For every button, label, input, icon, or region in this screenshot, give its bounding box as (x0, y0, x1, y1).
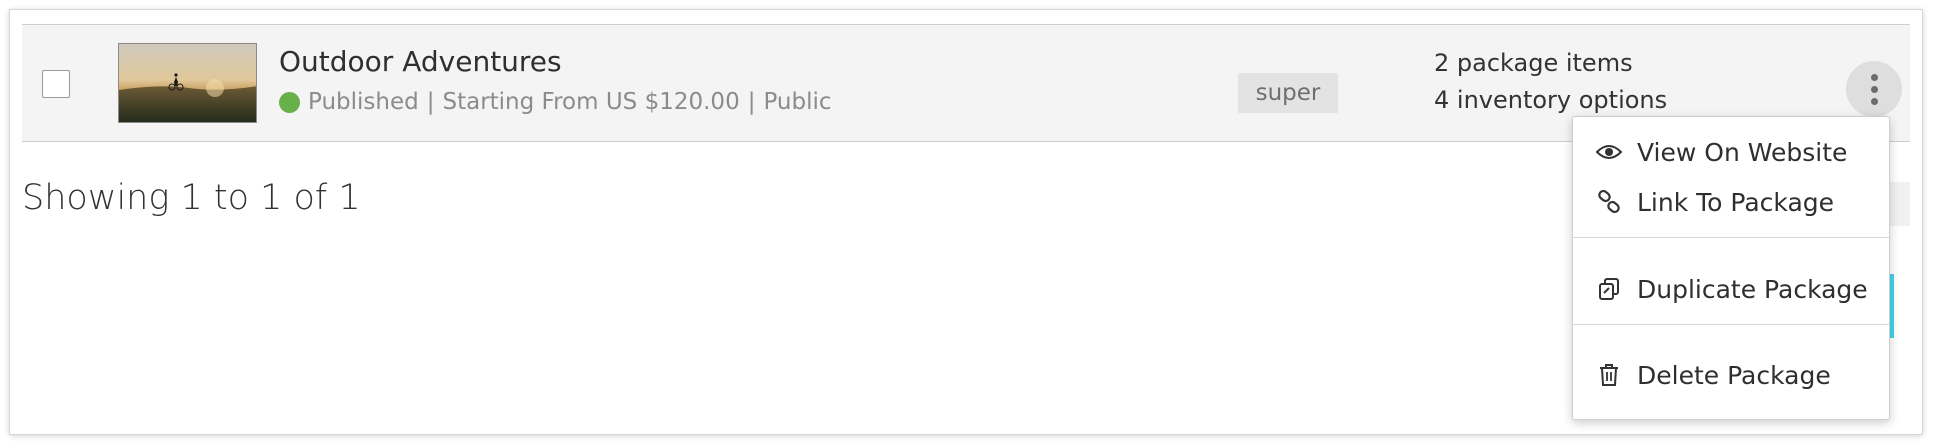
package-list-panel: Outdoor Adventures Published | Starting … (10, 10, 1922, 434)
link-icon (1595, 188, 1623, 216)
package-actions-menu: View On Website Link To Package Duplicat… (1572, 116, 1890, 420)
pagination-control-partial (1890, 182, 1910, 226)
inventory-count: 4 inventory options (1434, 86, 1668, 114)
kebab-dot-icon (1870, 97, 1878, 105)
pagination-summary: Showing 1 to 1 of 1 (22, 178, 361, 218)
menu-item-duplicate-package[interactable]: Duplicate Package (1573, 264, 1889, 314)
kebab-dot-icon (1870, 73, 1878, 81)
package-thumbnail[interactable] (118, 43, 257, 123)
menu-item-label: Delete Package (1637, 360, 1831, 390)
copy-icon (1595, 275, 1623, 303)
package-tag: super (1238, 73, 1338, 113)
status-dot-icon (279, 91, 300, 113)
more-options-button[interactable] (1846, 61, 1902, 117)
eye-icon (1595, 138, 1623, 166)
menu-item-label: View On Website (1637, 137, 1848, 167)
visibility-label: Public (763, 89, 832, 115)
price-label: Starting From US $120.00 (442, 89, 740, 115)
menu-item-view-on-website[interactable]: View On Website (1573, 127, 1889, 177)
status-label: Published (308, 89, 419, 115)
kebab-dot-icon (1870, 85, 1878, 93)
menu-item-link-to-package[interactable]: Link To Package (1573, 177, 1889, 227)
menu-item-label: Duplicate Package (1637, 274, 1868, 304)
menu-item-delete-package[interactable]: Delete Package (1573, 350, 1889, 400)
items-count: 2 package items (1434, 49, 1633, 77)
menu-divider (1573, 324, 1889, 325)
meta-separator: | (747, 89, 756, 115)
trash-icon (1595, 361, 1623, 389)
package-title[interactable]: Outdoor Adventures (279, 45, 562, 78)
meta-separator: | (426, 89, 435, 115)
package-meta: Published | Starting From US $120.00 | P… (279, 89, 832, 115)
menu-divider (1573, 237, 1889, 238)
menu-item-label: Link To Package (1637, 187, 1835, 217)
row-checkbox[interactable] (42, 70, 70, 98)
package-counts: 2 package items 4 inventory options (1434, 45, 1667, 119)
